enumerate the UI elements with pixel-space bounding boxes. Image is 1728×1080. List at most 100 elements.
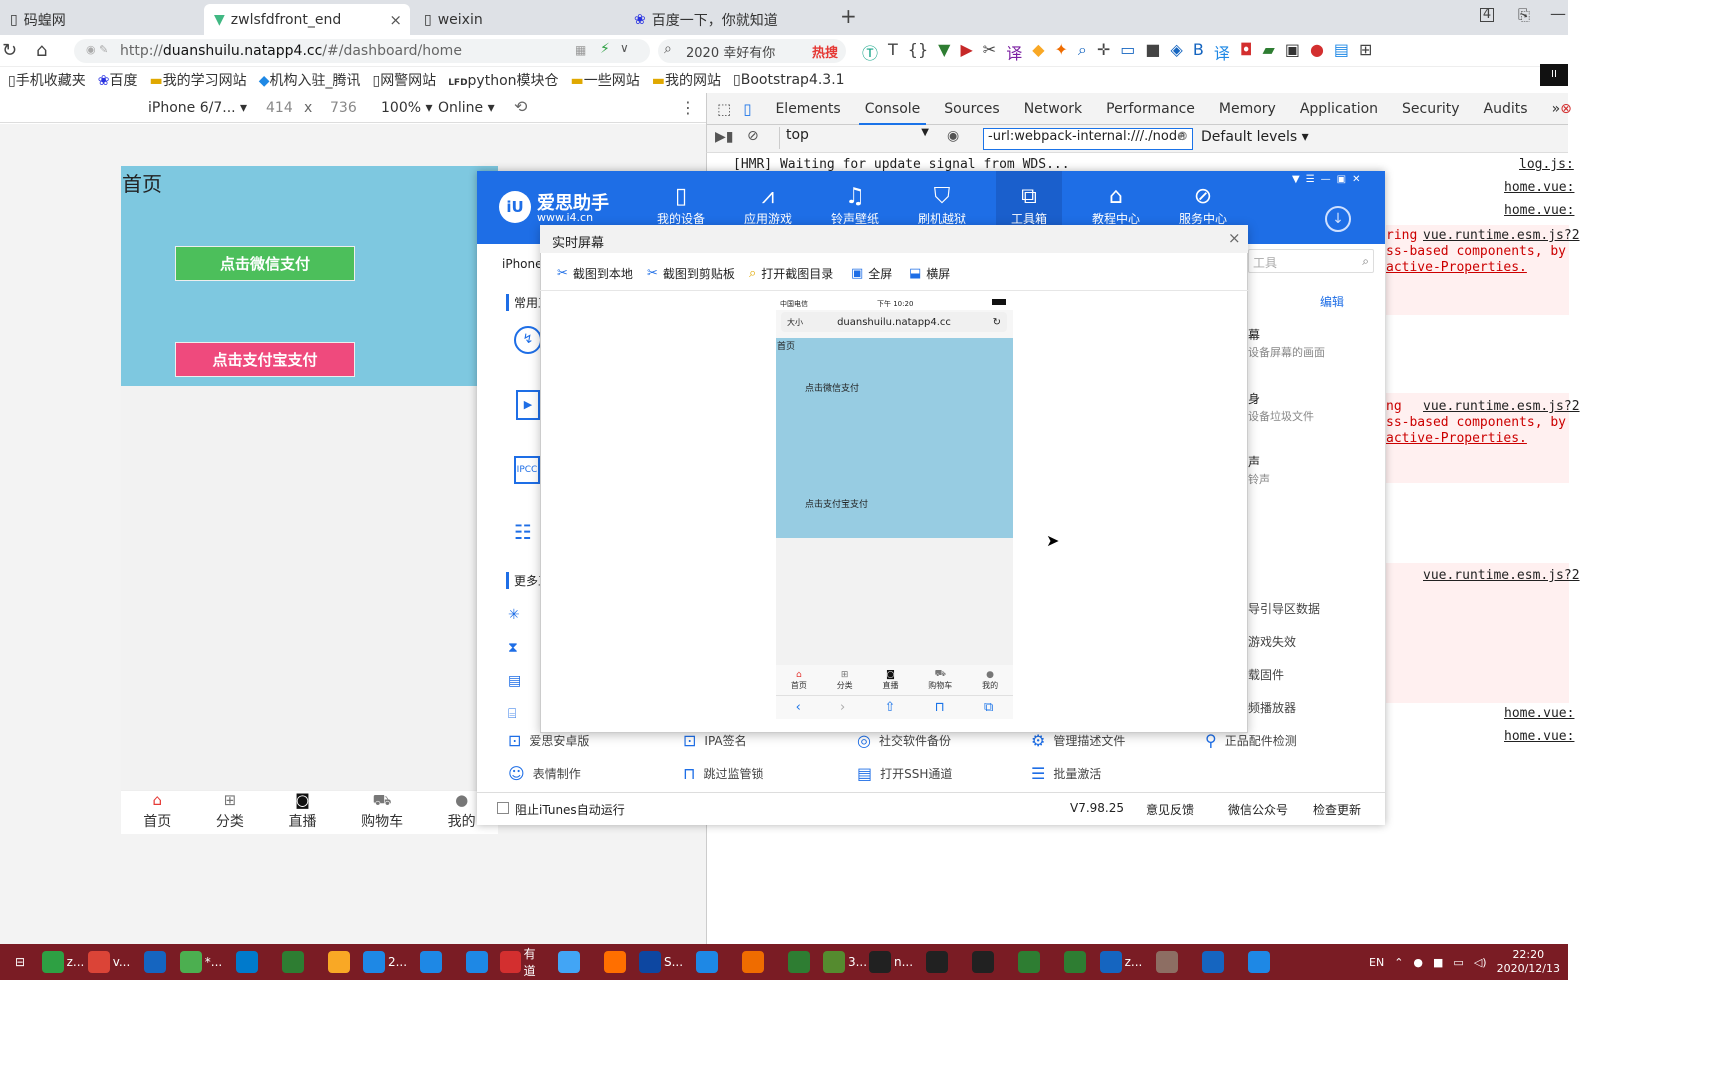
- mirrored-url-field[interactable]: 大小 duanshuilu.natapp4.cc ↻: [781, 312, 1007, 332]
- tool-ipa-sign[interactable]: ⊡ IPA签名: [683, 731, 747, 750]
- bookmark-police[interactable]: ▯网警网站: [372, 70, 436, 90]
- extension-shield-icon[interactable]: ◆: [1032, 40, 1044, 64]
- taskbar-app[interactable]: *...: [178, 944, 224, 980]
- tool-social-backup[interactable]: ◎ 社交软件备份: [857, 731, 951, 750]
- taskbar-app[interactable]: z...: [1098, 944, 1144, 980]
- width-input[interactable]: 414: [266, 100, 293, 116]
- extension-move-icon[interactable]: ✛: [1097, 40, 1110, 64]
- mirrored-nav-category[interactable]: ⊞ 分类: [837, 670, 853, 691]
- extension-game2-icon[interactable]: ■: [1145, 40, 1160, 64]
- i4-tool-label[interactable]: 游戏失效: [1248, 633, 1296, 650]
- tab-elements[interactable]: Elements: [775, 101, 840, 117]
- i4-nav-service[interactable]: ⊘ 服务中心: [1173, 184, 1233, 224]
- taskbar-app[interactable]: [776, 944, 822, 980]
- network-select[interactable]: Online ▾: [438, 100, 495, 116]
- more-tool-icons[interactable]: ✳ ⧗ ▤ ⌸: [508, 599, 521, 731]
- extension-translate-icon[interactable]: 译: [1006, 40, 1022, 64]
- bookmark-baidu[interactable]: ❀百度: [98, 70, 138, 90]
- clear-console-icon[interactable]: ⊘: [747, 128, 759, 144]
- extension-b-icon[interactable]: B: [1193, 40, 1204, 64]
- extension-cube-icon[interactable]: ◈: [1171, 40, 1183, 64]
- i4-search-input[interactable]: 工具 ⌕: [1248, 249, 1374, 273]
- reload-icon[interactable]: ↻: [993, 317, 1001, 328]
- taskbar-app[interactable]: [316, 944, 362, 980]
- minimize-icon[interactable]: —: [1550, 4, 1566, 23]
- text-size-button[interactable]: 大小: [787, 317, 803, 328]
- extension-red-icon[interactable]: ◘: [1240, 40, 1253, 64]
- itunes-checkbox[interactable]: [497, 802, 509, 814]
- taskbar-app[interactable]: [684, 944, 730, 980]
- reload-icon[interactable]: ↻: [2, 40, 17, 61]
- taskbar-app[interactable]: [730, 944, 776, 980]
- taskbar-app[interactable]: [408, 944, 454, 980]
- taskbar-app[interactable]: S...: [638, 944, 684, 980]
- bookmark-mysites[interactable]: ▬我的网站: [652, 70, 721, 90]
- i4-tool-label[interactable]: 载固件: [1248, 666, 1284, 683]
- taskbar-app[interactable]: [1190, 944, 1236, 980]
- taskbar-app[interactable]: [1144, 944, 1190, 980]
- back-icon[interactable]: ‹: [796, 700, 801, 715]
- bookmark-tencent[interactable]: ◆机构入驻_腾讯: [259, 70, 361, 90]
- taskbar-app[interactable]: z...: [40, 944, 86, 980]
- tabs-icon[interactable]: ⧉: [984, 700, 993, 715]
- video-tool-icon[interactable]: ▶: [516, 390, 540, 420]
- tool-i4-android[interactable]: ⊡ 爱思安卓版: [508, 731, 589, 750]
- mirrored-nav-live[interactable]: ◙ 直播: [882, 670, 898, 691]
- taskbar-app[interactable]: [960, 944, 1006, 980]
- tab-sources[interactable]: Sources: [944, 101, 999, 117]
- toggle-tool-icon[interactable]: ☷: [514, 520, 540, 546]
- i4-nav-toolbox[interactable]: ⧉ 工具箱: [999, 184, 1059, 224]
- nav-live[interactable]: ◙ 直播: [288, 791, 316, 834]
- extension-game-icon[interactable]: ✦: [1055, 40, 1068, 64]
- mic-icon[interactable]: ●: [1413, 956, 1423, 969]
- extension-photo-icon[interactable]: ▣: [1285, 40, 1300, 64]
- extension-yi-icon[interactable]: 译: [1214, 40, 1230, 64]
- taskbar-app[interactable]: [132, 944, 178, 980]
- tab-audits[interactable]: Audits: [1484, 101, 1528, 117]
- tab-memory[interactable]: Memory: [1219, 101, 1276, 117]
- tab-application[interactable]: Application: [1300, 101, 1378, 117]
- taskbar-app[interactable]: [1006, 944, 1052, 980]
- mirrored-nav-mine[interactable]: ● 我的: [982, 670, 998, 691]
- sidebar-toggle-icon[interactable]: ▶▮: [715, 129, 733, 145]
- taskbar-app[interactable]: 2...: [362, 944, 408, 980]
- taskbar-app[interactable]: [224, 944, 270, 980]
- extension-adblock-icon[interactable]: ●: [1310, 40, 1324, 64]
- clear-filter-icon[interactable]: ⊗: [1177, 129, 1188, 144]
- tab-console[interactable]: Console: [858, 101, 926, 125]
- tool-batch-activate[interactable]: ☰ 批量激活: [1031, 764, 1101, 783]
- tab-baidu[interactable]: ❀ 百度一下，你就知道: [624, 4, 830, 35]
- device-mode-icon[interactable]: ▯: [743, 100, 751, 118]
- taskbar-app[interactable]: [592, 944, 638, 980]
- share-icon[interactable]: ⇧: [884, 700, 895, 715]
- i4-tool-label[interactable]: 导引导区数据: [1248, 600, 1320, 617]
- tab-weixin[interactable]: ▯ weixin: [414, 4, 620, 35]
- zoom-select[interactable]: 100% ▾: [381, 100, 433, 116]
- close-icon[interactable]: ×: [1228, 229, 1241, 247]
- extension-grid-icon[interactable]: ⊞: [1359, 40, 1372, 64]
- landscape-button[interactable]: ⬓ 横屏: [909, 265, 950, 282]
- pause-icon[interactable]: II: [1540, 64, 1568, 86]
- language-indicator[interactable]: EN: [1369, 956, 1384, 969]
- i4-nav-flash[interactable]: ⛉ 刷机越狱: [912, 184, 972, 224]
- wechat-pay-button[interactable]: 点击微信支付: [175, 246, 355, 281]
- taskbar-app[interactable]: [1236, 944, 1282, 980]
- tab-network[interactable]: Network: [1024, 101, 1082, 117]
- tool-supervision[interactable]: ⊓ 跳过监管锁: [683, 764, 764, 783]
- i4-nav-tutorial[interactable]: ⌂ 教程中心: [1086, 184, 1146, 224]
- extension-screen-icon[interactable]: ▭: [1120, 40, 1135, 64]
- taskbar-app[interactable]: [546, 944, 592, 980]
- bookmark-python[interactable]: LFDpython模块仓: [448, 70, 558, 90]
- download-icon[interactable]: ↓: [1325, 206, 1351, 232]
- tool-profile[interactable]: ⚙ 管理描述文件: [1031, 731, 1125, 750]
- i4-nav-ringtone[interactable]: ♫ 铃声壁纸: [825, 184, 885, 224]
- bookmarks-icon[interactable]: ⊓: [935, 700, 945, 715]
- screenshot-clipboard-button[interactable]: ✂ 截图到剪贴板: [647, 265, 735, 282]
- taskbar-app[interactable]: [454, 944, 500, 980]
- error-count-icon[interactable]: ⊗: [1560, 101, 1572, 117]
- tray-app-icon[interactable]: ■: [1433, 956, 1443, 969]
- extension-braces-icon[interactable]: {}: [908, 40, 928, 64]
- extension-bag-icon[interactable]: ▤: [1334, 40, 1349, 64]
- tool-ssh[interactable]: ▤ 打开SSH通道: [857, 764, 952, 783]
- extension-font-icon[interactable]: T: [888, 40, 898, 64]
